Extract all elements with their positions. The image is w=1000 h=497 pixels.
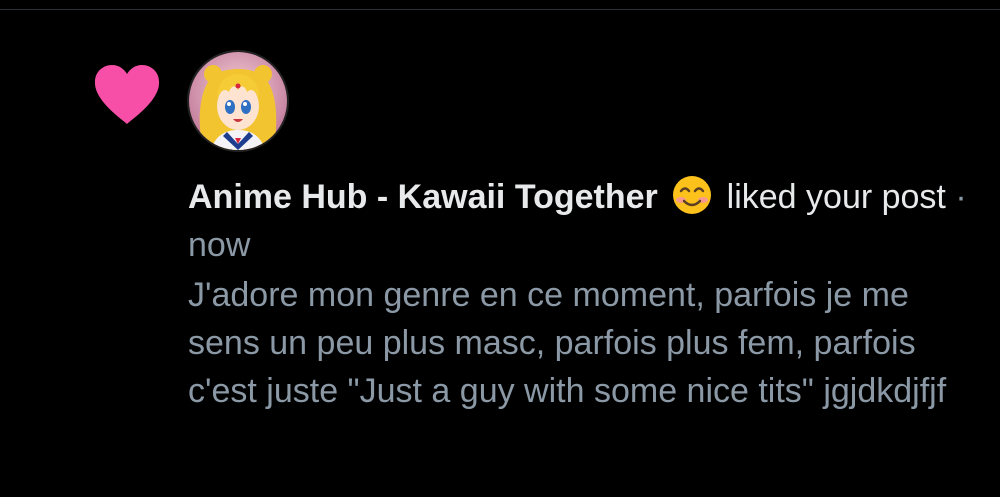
timestamp: now	[188, 226, 251, 264]
action-text: liked your post	[726, 178, 946, 216]
like-notification[interactable]: Anime Hub - Kawaii Together liked your p…	[0, 11, 1000, 497]
smiling-face-emoji-icon	[673, 176, 712, 214]
actor-name[interactable]: Anime Hub - Kawaii Together	[188, 178, 658, 216]
notification-headline: Anime Hub - Kawaii Together liked your p…	[188, 173, 968, 269]
top-divider	[0, 0, 1000, 10]
avatar[interactable]	[187, 50, 289, 152]
post-excerpt[interactable]: J'adore mon genre en ce moment, parfois …	[188, 271, 948, 415]
separator-dot: ·	[955, 178, 967, 216]
notification-content: Anime Hub - Kawaii Together liked your p…	[188, 173, 968, 415]
heart-icon	[94, 65, 160, 124]
